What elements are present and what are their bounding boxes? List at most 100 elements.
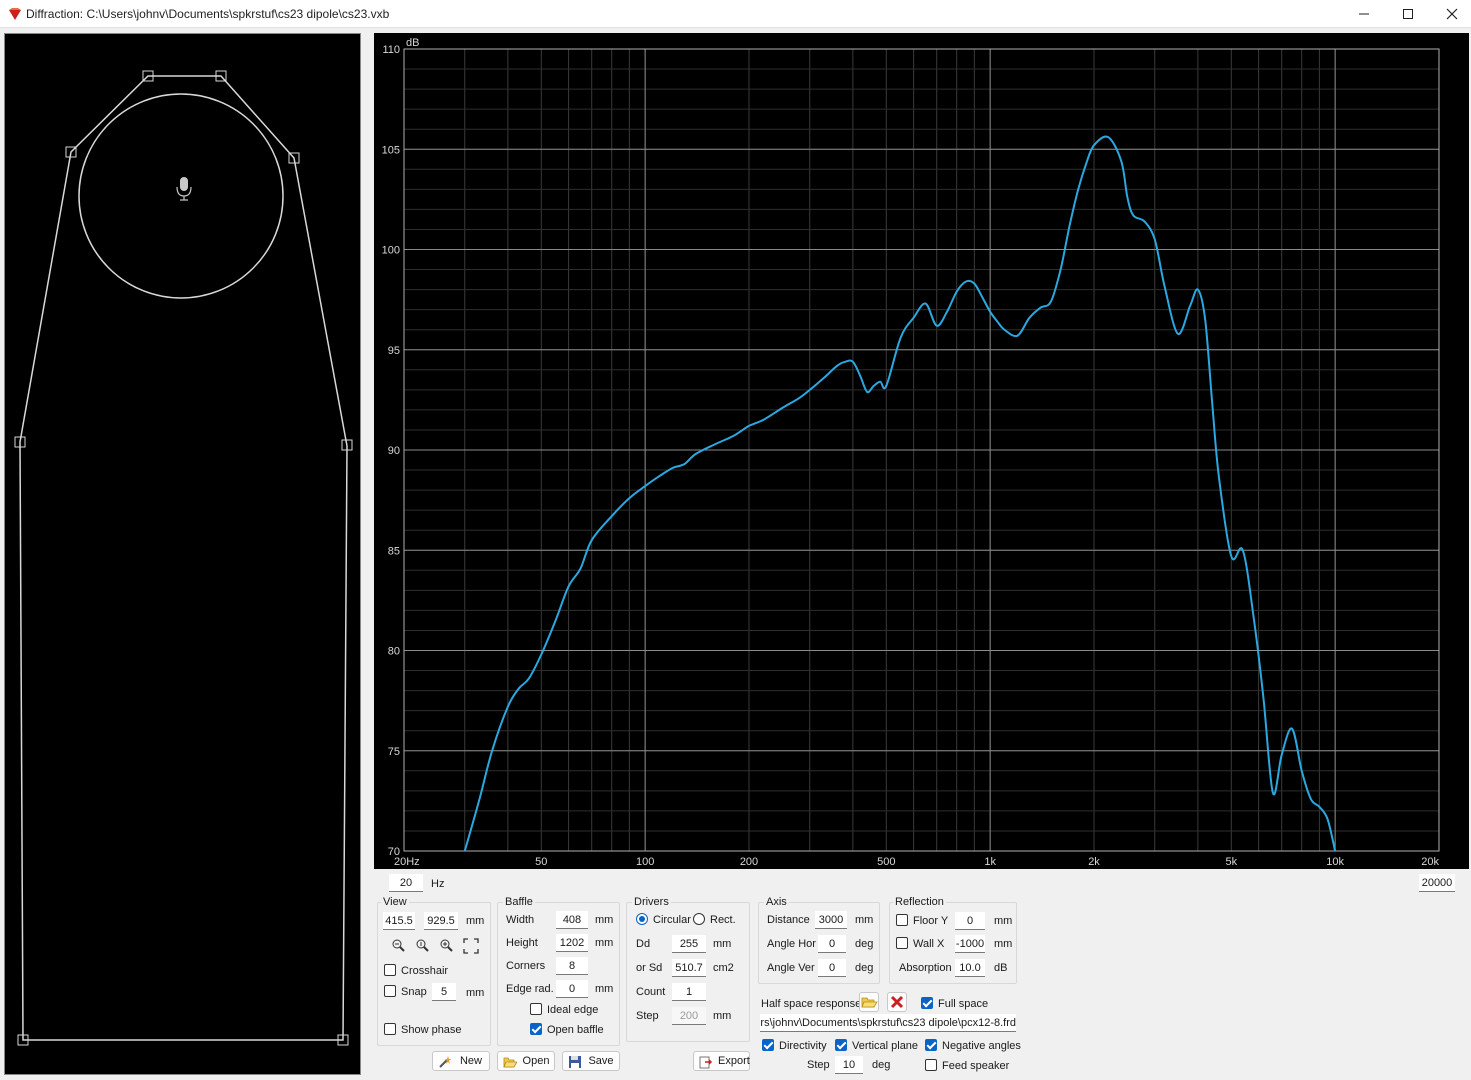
- rect-radio[interactable]: [693, 913, 705, 925]
- folder-open-icon: [503, 1057, 517, 1068]
- dd-input[interactable]: [672, 935, 706, 953]
- export-button[interactable]: Export: [693, 1051, 750, 1071]
- frequency-response-chart[interactable]: 70 75 80 85 90 95 100 105 110 dB 20Hz 50 100 200 500 1k…: [374, 33, 1469, 869]
- view-unit: mm: [466, 915, 485, 927]
- maximize-button[interactable]: [1387, 0, 1431, 28]
- baffle-edge-input[interactable]: [556, 980, 588, 998]
- magic-wand-icon: [439, 1056, 451, 1068]
- close-button[interactable]: [1431, 0, 1471, 28]
- response-series-line: [463, 135, 1337, 851]
- response-file-path[interactable]: C:\Users\johnv\Documents\spkrstuf\cs23 d…: [760, 1014, 1016, 1032]
- distance-input[interactable]: [815, 911, 847, 929]
- view-group-title: View: [381, 896, 409, 908]
- snap-unit: mm: [466, 987, 485, 999]
- baffle-height-input[interactable]: [556, 934, 588, 952]
- ideal-edge-checkbox[interactable]: [530, 1003, 542, 1015]
- wall-input[interactable]: [955, 935, 985, 953]
- minimize-icon: [1359, 13, 1369, 15]
- directivity-step-input[interactable]: [835, 1056, 863, 1074]
- y-tick-label: 85: [388, 545, 400, 557]
- count-input[interactable]: [672, 983, 706, 1001]
- open-response-button[interactable]: [859, 992, 879, 1012]
- circular-radio[interactable]: [636, 913, 648, 925]
- directivity-label: Directivity: [779, 1040, 827, 1052]
- directivity-checkbox[interactable]: [762, 1039, 774, 1051]
- wall-checkbox[interactable]: [896, 937, 908, 949]
- open-button[interactable]: Open: [497, 1051, 555, 1071]
- full-space-label: Full space: [938, 998, 989, 1010]
- open-baffle-checkbox[interactable]: [530, 1023, 542, 1035]
- x-tick-label: 5k: [1225, 856, 1237, 868]
- baffle-width-input[interactable]: [556, 911, 588, 929]
- zoom-in-icon: [440, 939, 453, 952]
- directivity-step-unit: deg: [872, 1059, 891, 1071]
- floor-unit: mm: [994, 915, 1013, 927]
- crosshair-checkbox[interactable]: [384, 964, 396, 976]
- minimize-button[interactable]: [1343, 0, 1387, 28]
- corners-label: Corners: [506, 960, 546, 972]
- driver-step-unit: mm: [713, 1010, 732, 1022]
- edge-unit: mm: [595, 983, 614, 995]
- response-file-path-text: C:\Users\johnv\Documents\spkrstuf\cs23 d…: [760, 1017, 1016, 1029]
- absorption-input[interactable]: [955, 959, 985, 977]
- x-tick-label: 100: [636, 856, 654, 868]
- x-tick-label: 20Hz: [394, 856, 420, 868]
- freq-min-input[interactable]: [389, 874, 423, 892]
- folder-open-icon: [861, 997, 878, 1008]
- distance-unit: mm: [855, 914, 874, 926]
- floor-checkbox[interactable]: [896, 914, 908, 926]
- export-button-label: Export: [718, 1055, 750, 1067]
- angle-hor-unit: deg: [855, 938, 874, 950]
- edge-label: Edge rad.: [506, 983, 554, 995]
- y-tick-label: 105: [382, 144, 400, 156]
- app-icon: [9, 8, 21, 20]
- baffle-outline[interactable]: [5, 34, 360, 1074]
- negative-angles-checkbox[interactable]: [925, 1039, 937, 1051]
- baffle-shape-view[interactable]: [4, 33, 361, 1075]
- x-tick-label: 10k: [1326, 856, 1344, 868]
- red-x-icon: [890, 995, 904, 1009]
- microphone-icon[interactable]: [176, 177, 192, 201]
- x-tick-label: 2k: [1088, 856, 1100, 868]
- snap-checkbox[interactable]: [384, 985, 396, 997]
- angle-hor-input[interactable]: [818, 935, 846, 953]
- zoom-out-button[interactable]: [389, 936, 409, 956]
- show-phase-checkbox[interactable]: [384, 1023, 396, 1035]
- export-icon: [699, 1056, 713, 1069]
- sd-input[interactable]: [672, 959, 706, 977]
- window-title: Diffraction: C:\Users\johnv\Documents\sp…: [26, 7, 390, 21]
- title-bar: Diffraction: C:\Users\johnv\Documents\sp…: [0, 0, 1471, 28]
- clear-response-button[interactable]: [887, 992, 907, 1012]
- save-button-label: Save: [588, 1055, 614, 1067]
- driver-step-input[interactable]: [672, 1007, 706, 1025]
- view-y-input[interactable]: [424, 912, 458, 930]
- new-button[interactable]: New: [432, 1051, 490, 1071]
- feed-speaker-checkbox[interactable]: [925, 1059, 937, 1071]
- y-tick-label: 80: [388, 646, 400, 658]
- floppy-disk-icon: [569, 1056, 581, 1068]
- snap-input[interactable]: [432, 983, 456, 1001]
- show-phase-label: Show phase: [401, 1024, 462, 1036]
- baffle-corners-input[interactable]: [556, 957, 588, 975]
- zoom-vertical-button[interactable]: [413, 936, 433, 956]
- height-label: Height: [506, 937, 538, 949]
- zoom-in-button[interactable]: [437, 936, 457, 956]
- x-tick-label: 20k: [1421, 856, 1439, 868]
- absorption-unit: dB: [994, 962, 1008, 974]
- save-button[interactable]: Save: [562, 1051, 620, 1071]
- fit-button[interactable]: [461, 936, 481, 956]
- view-x-input[interactable]: [383, 912, 415, 930]
- y-axis-unit-label: dB: [406, 37, 419, 49]
- directivity-step-label: Step: [807, 1059, 830, 1071]
- full-space-checkbox[interactable]: [921, 997, 933, 1009]
- snap-label: Snap: [401, 986, 427, 998]
- driver-step-label: Step: [636, 1010, 659, 1022]
- angle-ver-input[interactable]: [818, 959, 846, 977]
- feed-speaker-label: Feed speaker: [942, 1060, 1010, 1072]
- vertical-plane-checkbox[interactable]: [835, 1039, 847, 1051]
- zoom-out-icon: [392, 939, 405, 952]
- freq-max-input[interactable]: [1419, 874, 1455, 892]
- floor-input[interactable]: [955, 912, 985, 930]
- y-tick-label: 75: [388, 746, 400, 758]
- axis-group-title: Axis: [764, 896, 789, 908]
